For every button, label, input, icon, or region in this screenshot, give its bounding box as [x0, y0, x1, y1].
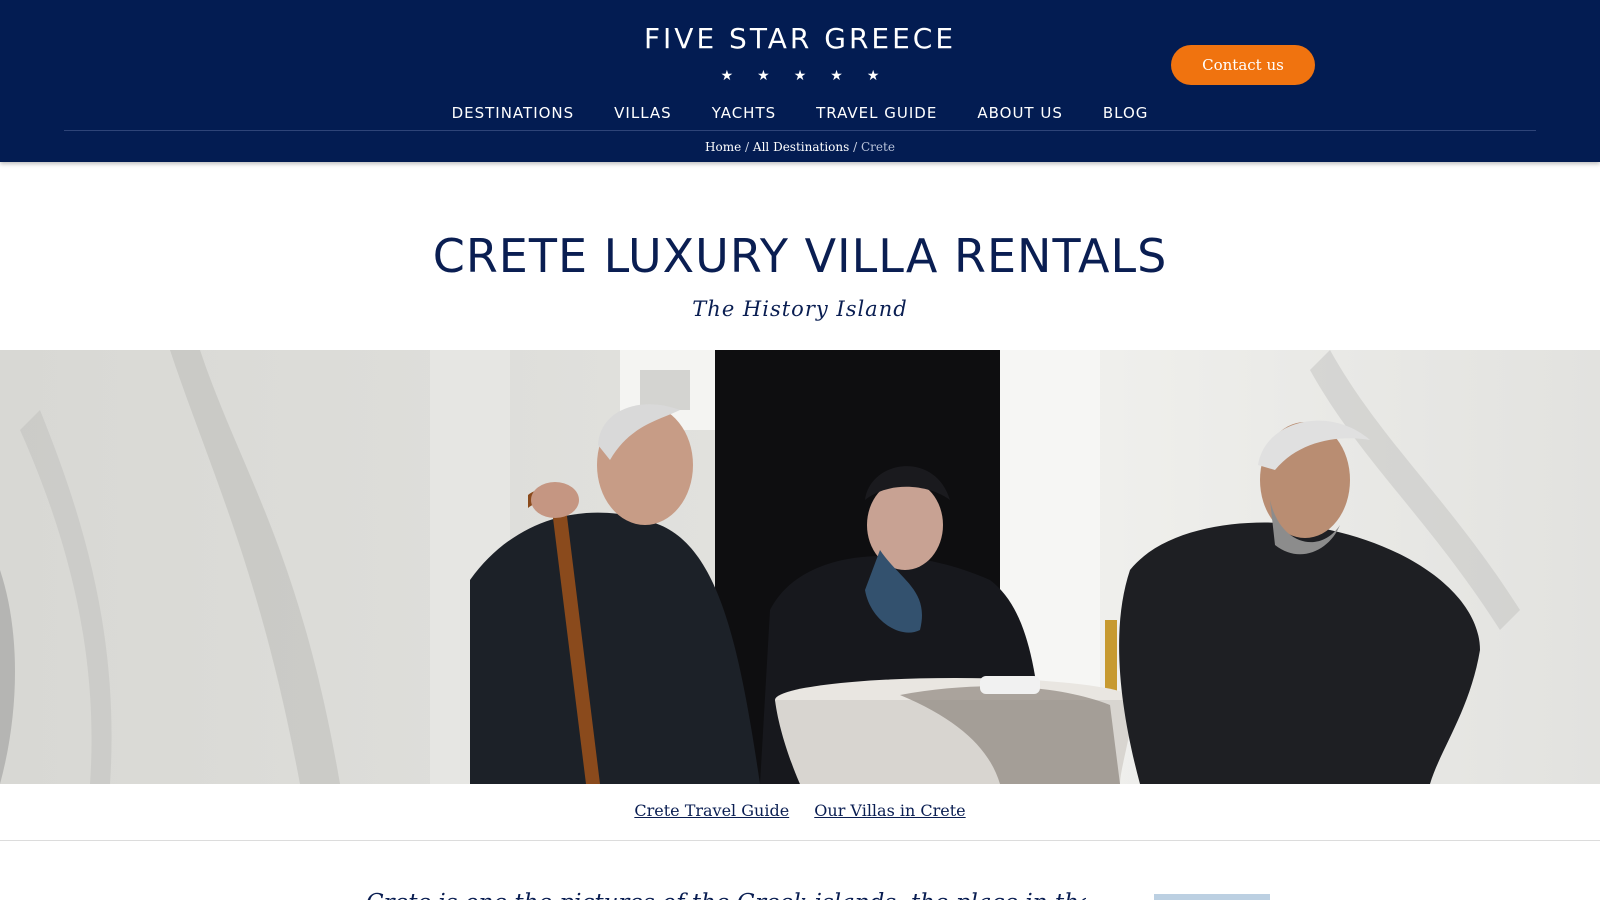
page-title: CRETE LUXURY VILLA RENTALS	[432, 229, 1168, 283]
section-divider	[0, 840, 1600, 841]
nav-item-destinations[interactable]: DESTINATIONS	[452, 103, 575, 123]
breadcrumb-current: Crete	[860, 140, 895, 154]
star-icon: ★	[793, 68, 807, 84]
breadcrumb-separator: /	[853, 140, 858, 154]
star-icon: ★	[866, 68, 880, 84]
nav-item-travel-guide[interactable]: TRAVEL GUIDE	[816, 103, 937, 123]
breadcrumb-separator: /	[745, 140, 750, 154]
crete-travel-guide-link[interactable]: Crete Travel Guide	[634, 801, 789, 820]
our-villas-in-crete-link[interactable]: Our Villas in Crete	[814, 801, 965, 820]
nav-item-yachts[interactable]: YACHTS	[712, 103, 776, 123]
site-logo[interactable]: FIVE STAR GREECE ★ ★ ★ ★ ★	[0, 22, 1600, 84]
hero-photo-illustration	[0, 350, 1600, 784]
logo-stars: ★ ★ ★ ★ ★	[0, 68, 1600, 84]
star-icon: ★	[720, 68, 734, 84]
nav-divider	[64, 130, 1536, 131]
nav-item-about-us[interactable]: ABOUT US	[977, 103, 1063, 123]
side-thumbnail	[1154, 894, 1270, 900]
site-header: FIVE STAR GREECE ★ ★ ★ ★ ★ Contact us DESTIN…	[0, 0, 1600, 162]
logo-text: FIVE STAR GREECE	[643, 22, 957, 55]
breadcrumb-all-destinations[interactable]: All Destinations	[753, 140, 849, 154]
main-nav: DESTINATIONS VILLAS YACHTS TRAVEL GUIDE …	[0, 103, 1600, 123]
destination-sublinks: Crete Travel Guide Our Villas in Crete	[0, 800, 1600, 822]
star-icon: ★	[757, 68, 770, 84]
intro-paragraph: Crete is one the pictures of the Greek i…	[366, 888, 1086, 900]
nav-item-blog[interactable]: BLOG	[1103, 103, 1149, 123]
breadcrumb: Home / All Destinations / Crete	[0, 139, 1600, 155]
hero-image	[0, 350, 1600, 784]
star-icon: ★	[830, 68, 843, 84]
contact-us-button[interactable]: Contact us	[1171, 45, 1315, 85]
nav-item-villas[interactable]: VILLAS	[614, 103, 672, 123]
breadcrumb-home[interactable]: Home	[705, 140, 741, 154]
page-subtitle: The History Island	[692, 297, 908, 321]
